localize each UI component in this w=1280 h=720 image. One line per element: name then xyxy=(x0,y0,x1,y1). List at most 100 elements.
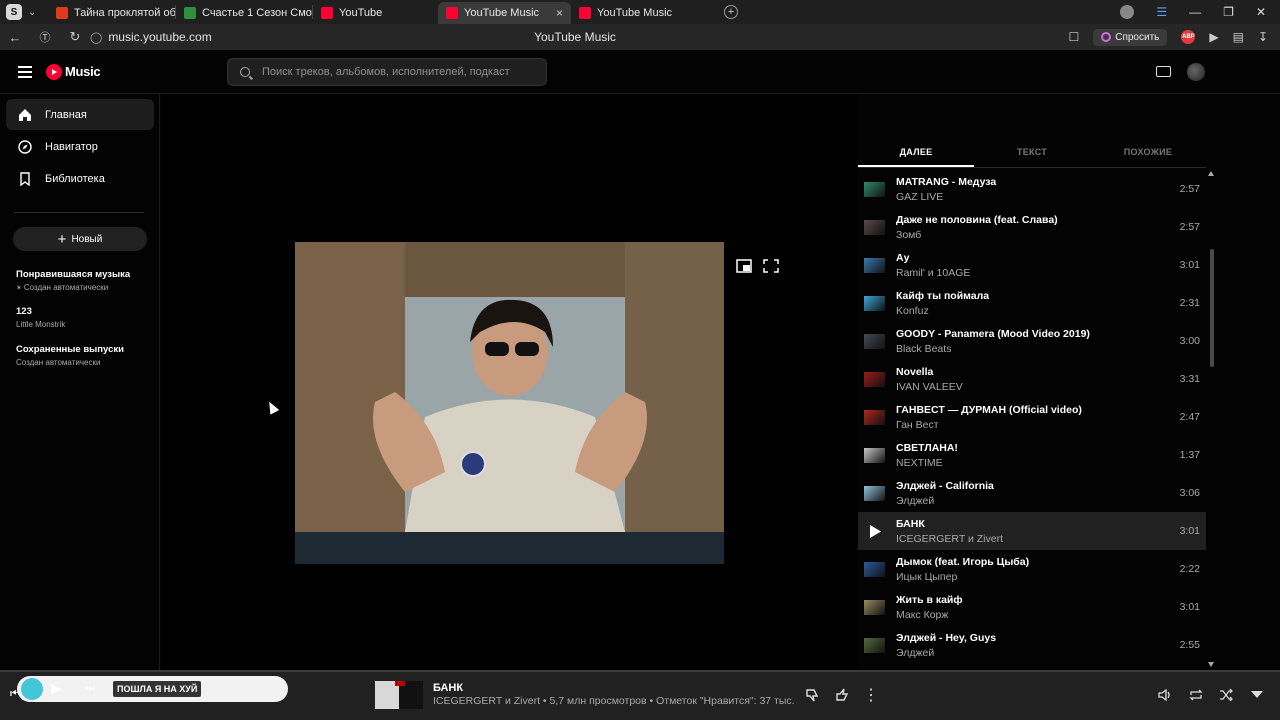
browser-menu[interactable]: S ⌄ xyxy=(0,0,48,24)
track-thumbnail[interactable] xyxy=(864,257,885,273)
sidebar-playlist[interactable]: Понравившаяся музыка ✶ Создан автоматичес… xyxy=(16,269,130,292)
queue-item[interactable]: MATRANG - Медуза GAZ LIVE 2:57 xyxy=(858,170,1206,208)
track-thumbnail[interactable] xyxy=(864,371,885,387)
now-playing-meta[interactable]: ICEGERGERT и Zivert • 5,7 млн просмотров… xyxy=(433,695,795,707)
queue-item[interactable]: ГАНВЕСТ — ДУРМАН (Official video) Ган Вес… xyxy=(858,398,1206,436)
queue-item[interactable]: Дымок (feat. Игорь Цыба) Ицык Цыпер 2:22 xyxy=(858,550,1206,588)
scroll-down-arrow[interactable] xyxy=(1208,662,1214,667)
queue-item[interactable]: Ау Ramil' и 10AGE 3:01 xyxy=(858,246,1206,284)
track-thumbnail[interactable] xyxy=(864,599,885,615)
tab-label: YouTube Music xyxy=(464,7,540,19)
track-thumbnail[interactable] xyxy=(864,637,885,653)
bookmark-page-icon[interactable]: ☐ xyxy=(1068,30,1079,44)
repeat-icon[interactable] xyxy=(1187,686,1205,704)
reload-icon[interactable]: ↻ xyxy=(60,29,90,45)
sidebar-playlist[interactable]: 123 Little Monstrik xyxy=(16,306,65,329)
ask-button[interactable]: Спросить xyxy=(1093,28,1168,46)
queue-item[interactable]: Даже не половина (feat. Слава) Зомб 2:57 xyxy=(858,208,1206,246)
menu-icon[interactable] xyxy=(18,63,32,81)
site-info-icon[interactable]: ◯ xyxy=(90,31,102,44)
browser-tab[interactable]: YouTube Music × xyxy=(438,2,571,24)
queue-item[interactable]: Элджей - Hey, Guys Элджей 2:55 xyxy=(858,626,1206,664)
tabs-menu-icon[interactable]: ☰ xyxy=(1156,5,1167,19)
track-thumbnail[interactable] xyxy=(864,447,885,463)
track-artist: IVAN VALEEV xyxy=(896,380,963,393)
browser-logo-icon[interactable]: S xyxy=(6,4,22,20)
dislike-icon[interactable] xyxy=(803,686,821,704)
back-icon[interactable]: ← xyxy=(0,30,30,45)
next-icon[interactable]: ⏭ xyxy=(85,682,95,695)
queue-item[interactable]: Novella IVAN VALEEV 3:31 xyxy=(858,360,1206,398)
now-playing-thumbnail[interactable] xyxy=(375,681,423,709)
ytmusic-logo[interactable]: Music xyxy=(46,63,101,80)
sidebar-item-explore[interactable]: Навигатор xyxy=(6,131,154,162)
queue-item[interactable]: СВЕТЛАНА! NEXTIME 1:37 xyxy=(858,436,1206,474)
track-duration: 2:22 xyxy=(1179,563,1200,575)
scroll-up-arrow[interactable] xyxy=(1208,171,1214,176)
queue-item[interactable]: Кайф ты поймала Konfuz 2:31 xyxy=(858,284,1206,322)
avatar[interactable] xyxy=(1187,63,1205,81)
track-title: Дымок (feat. Игорь Цыба) xyxy=(896,555,1030,568)
search-icon xyxy=(240,67,250,77)
close-tab-icon[interactable]: × xyxy=(556,6,563,20)
search-input[interactable] xyxy=(262,66,510,78)
sidebar-item-home[interactable]: Главная xyxy=(6,99,154,130)
new-tab-button[interactable]: + xyxy=(724,5,738,19)
close-window-icon[interactable]: ✕ xyxy=(1256,5,1266,19)
more-options-icon[interactable]: ⋮ xyxy=(862,686,880,704)
track-title: Жить в кайф xyxy=(896,593,963,606)
miniplayer-icon[interactable] xyxy=(736,259,752,273)
track-thumbnail[interactable] xyxy=(864,485,885,501)
browser-tab[interactable]: Тайна проклятой обители xyxy=(48,2,175,24)
chevron-down-icon[interactable]: ⌄ xyxy=(28,7,36,18)
video-player[interactable] xyxy=(295,242,724,564)
queue-tab[interactable]: ТЕКСТ xyxy=(974,142,1090,167)
track-thumbnail[interactable] xyxy=(864,409,885,425)
like-icon[interactable] xyxy=(833,686,851,704)
ytmusic-favicon xyxy=(446,7,458,19)
address-bar: ← Ⓣ ↻ ◯ music.youtube.com YouTube Music … xyxy=(0,24,1280,50)
track-thumbnail[interactable] xyxy=(864,295,885,311)
minimize-icon[interactable]: — xyxy=(1189,5,1201,19)
kinopoisk-favicon xyxy=(56,7,68,19)
queue-item[interactable]: БАНК ICEGERGERT и Zivert 3:01 xyxy=(858,512,1206,550)
sidebar-item-library[interactable]: Библиотека xyxy=(6,163,154,194)
track-thumbnail[interactable] xyxy=(864,561,885,577)
fullscreen-icon[interactable] xyxy=(763,259,779,273)
volume-icon[interactable] xyxy=(1155,686,1173,704)
sidebar-playlist[interactable]: Сохраненные выпуски Создан автоматически xyxy=(16,344,124,367)
browser-tab[interactable]: YouTube Music xyxy=(571,2,716,24)
queue-tab[interactable]: ДАЛЕЕ xyxy=(858,142,974,167)
adblock-icon[interactable]: ABP xyxy=(1181,30,1196,44)
lyrics-toast: ▶ ⏭ ПОШЛА Я НА ХУЙ xyxy=(17,676,288,702)
play-pause-icon[interactable]: ▶ xyxy=(51,680,62,697)
queue-item[interactable]: Жить в кайф Макс Корж 3:01 xyxy=(858,588,1206,626)
track-thumbnail[interactable] xyxy=(864,333,885,349)
yandex-icon[interactable]: Ⓣ xyxy=(30,29,60,45)
expand-player-icon[interactable] xyxy=(1248,686,1266,704)
browser-tabbar: S ⌄ Тайна проклятой обители Счастье 1 Сез… xyxy=(0,0,1280,24)
queue-tab[interactable]: ПОХОЖИЕ xyxy=(1090,142,1206,167)
media-icon[interactable]: ▶ xyxy=(1209,30,1218,44)
profile-icon[interactable] xyxy=(1120,5,1135,19)
playlist-subtitle-text: Создан автоматически xyxy=(23,283,109,292)
track-thumbnail[interactable] xyxy=(864,181,885,197)
search-box[interactable] xyxy=(227,58,547,86)
browser-tab[interactable]: YouTube xyxy=(313,2,438,24)
queue-item[interactable]: Элджей - California Элджей 3:06 xyxy=(858,474,1206,512)
shuffle-icon[interactable] xyxy=(1217,686,1235,704)
extensions-icon[interactable]: ▤ xyxy=(1233,30,1244,44)
browser-tab[interactable]: Счастье 1 Сезон Смотреть xyxy=(176,2,312,24)
download-icon[interactable]: ↧ xyxy=(1258,30,1268,44)
new-playlist-button[interactable]: + Новый xyxy=(13,227,147,251)
play-icon[interactable] xyxy=(864,524,885,539)
scrollbar-thumb[interactable] xyxy=(1210,249,1214,367)
url-field[interactable]: music.youtube.com xyxy=(108,30,211,44)
track-title: MATRANG - Медуза xyxy=(896,175,997,188)
track-thumbnail[interactable] xyxy=(864,219,885,235)
queue-item[interactable]: GOODY - Panamera (Mood Video 2019) Black … xyxy=(858,322,1206,360)
restore-icon[interactable]: ❐ xyxy=(1223,5,1234,19)
player-bar: ⏮ ▶ ⏭ ПОШЛА Я НА ХУЙ БАНК ICEGERGERT и Z… xyxy=(0,672,1280,720)
now-playing-title[interactable]: БАНК xyxy=(433,682,463,694)
cast-icon[interactable] xyxy=(1156,66,1171,77)
